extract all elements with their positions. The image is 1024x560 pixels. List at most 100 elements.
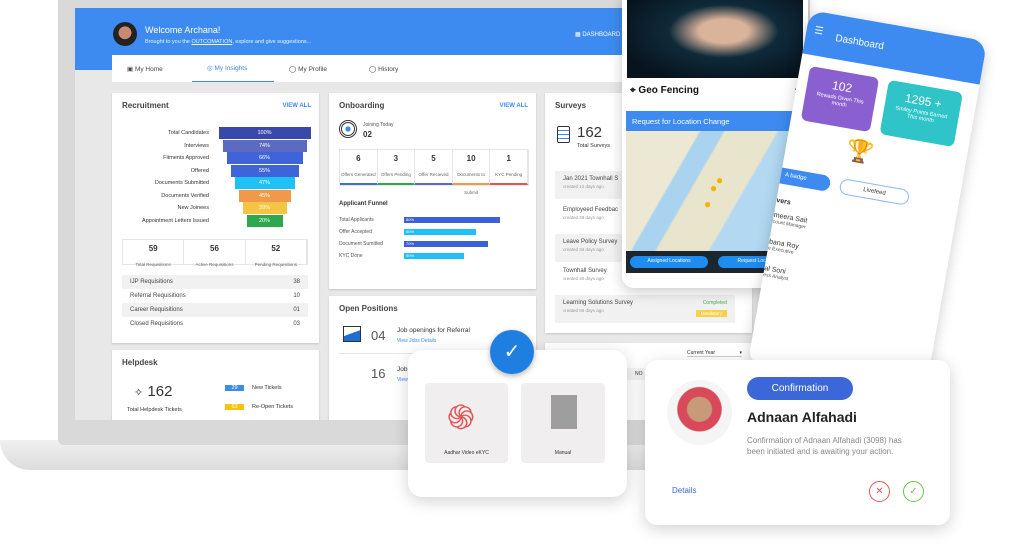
list-item[interactable]: meera Sait count Manager bbox=[772, 212, 808, 231]
funnel-segment: 39% bbox=[242, 202, 287, 214]
ticket-icon: ✧ bbox=[134, 387, 144, 399]
list-item[interactable]: Closed Requisitions 03 bbox=[122, 317, 308, 331]
livefeed-button[interactable]: Livefeed bbox=[838, 177, 911, 206]
funnel-row: Documents Submitted 47% bbox=[112, 177, 319, 190]
funnel-label: Total Candidates bbox=[168, 130, 209, 137]
assigned-locations-button[interactable]: Assigned Locations bbox=[630, 256, 708, 268]
approve-button[interactable]: ✓ bbox=[903, 481, 924, 502]
manual-option[interactable]: Manual bbox=[521, 383, 605, 463]
list-item[interactable]: Career Requisitions 01 bbox=[122, 303, 308, 317]
view-jobs-link[interactable]: View Jobs Details bbox=[397, 338, 436, 344]
target-icon bbox=[339, 120, 357, 138]
tab-my-home[interactable]: ▣ My Home bbox=[112, 65, 192, 73]
avatar bbox=[113, 22, 137, 46]
map-pin-icon[interactable]: ● bbox=[710, 181, 717, 195]
welcome-subtitle: Brought to you the OUTCOMATION, explore … bbox=[145, 39, 312, 45]
funnel-segment: 55% bbox=[230, 164, 299, 177]
stat-pending-requisitions: 52 Pending Requisitions bbox=[246, 240, 307, 267]
status-badge: Completed bbox=[702, 300, 727, 306]
stat-active-requisitions: 56 Active Requisitions bbox=[184, 240, 246, 267]
onboarding-stat[interactable]: 10 Documents to Submit bbox=[452, 150, 491, 195]
location-change-bar[interactable]: Request for Location Change bbox=[626, 111, 800, 131]
aadhar-ekyc-option[interactable]: ֍ Aadhar Video eKYC bbox=[425, 383, 508, 463]
surveys-total-label: Total Surveys bbox=[577, 143, 611, 149]
menu-icon[interactable]: ☰ bbox=[814, 25, 825, 37]
tab-my-profile[interactable]: ◯ My Profile bbox=[274, 65, 354, 73]
helpdesk-total: 162 bbox=[147, 383, 173, 400]
list-item[interactable]: al Soni ess Analyst bbox=[763, 265, 790, 282]
confirmation-message: Confirmation of Adnaan Alfahadi (3098) h… bbox=[747, 436, 902, 456]
mobile-title: Dashboard bbox=[834, 32, 885, 53]
funnel-bar: 60% bbox=[404, 229, 476, 235]
rewards-tile[interactable]: 102 Rewads Given This month bbox=[800, 65, 880, 133]
card-title: Helpdesk bbox=[122, 358, 158, 367]
stat-total-requisitions: 59 Total Requisitions bbox=[123, 240, 185, 267]
card-title: Recruitment bbox=[122, 101, 169, 110]
position-count: 16 bbox=[371, 366, 386, 381]
funnel-label: Fitments Approved bbox=[163, 155, 209, 162]
funnel-row: Total Candidates 100% bbox=[112, 127, 319, 140]
funnel-segment: 45% bbox=[238, 189, 291, 202]
survey-item[interactable]: Learning Solutions Survey created 66 days… bbox=[555, 295, 735, 323]
dashboard-link[interactable]: ▦ DASHBOARD bbox=[575, 31, 620, 38]
section-title: vers bbox=[775, 197, 792, 207]
tab-history[interactable]: ◯ History bbox=[354, 65, 434, 73]
position-label: Job bbox=[397, 366, 408, 373]
chevron-down-icon: ▾ bbox=[739, 350, 742, 356]
face-scan-image bbox=[627, 0, 803, 78]
funnel-row: Fitments Approved 66% bbox=[112, 152, 319, 165]
onboarding-stat[interactable]: 6 Offers Generated bbox=[340, 150, 378, 185]
points-tile[interactable]: 1295 + Smiley Points Earned This month bbox=[879, 79, 963, 147]
geo-title: ⌖ Geo Fencing bbox=[630, 85, 699, 96]
home-icon: ▣ bbox=[127, 65, 135, 73]
map-pin-icon[interactable]: ● bbox=[704, 197, 711, 211]
funnel-segment: 74% bbox=[222, 139, 307, 152]
onboarding-stat[interactable]: 3 Offers Pending bbox=[377, 150, 416, 185]
funnel-label: Documents Verified bbox=[161, 192, 209, 199]
tab-bar: ▣ My Home ◎ My Insights ◯ My Profile ◯ H… bbox=[112, 55, 625, 82]
funnel-segment: 66% bbox=[226, 152, 303, 164]
funnel-row: Appointment Letters Issued 20% bbox=[112, 214, 319, 228]
card-title: Onboarding bbox=[339, 101, 385, 110]
funnel-segment: 100% bbox=[218, 127, 311, 139]
year-dropdown[interactable]: Current Year ▾ bbox=[687, 350, 742, 357]
onboarding-stat[interactable]: 1 KYC Pending bbox=[490, 150, 528, 185]
funnel-label: Interviews bbox=[184, 142, 209, 149]
jobs-envelope-icon bbox=[343, 326, 361, 342]
confirmation-badge: Confirmation bbox=[747, 377, 853, 400]
funnel-bar: 80% bbox=[404, 217, 500, 223]
details-link[interactable]: Details bbox=[672, 486, 696, 495]
funnel-bar: 50% bbox=[404, 253, 464, 259]
funnel-bar: 70% bbox=[404, 241, 488, 247]
trophy-icon: 🏆 bbox=[844, 136, 876, 167]
recruitment-card: Recruitment VIEW ALL Total Candidates 100… bbox=[112, 93, 319, 343]
outcomation-link[interactable]: OUTCOMATION bbox=[191, 39, 232, 45]
view-all-link[interactable]: VIEW ALL bbox=[283, 103, 311, 109]
view-jobs-link[interactable]: View bbox=[397, 377, 408, 383]
requisition-stats: 59 Total Requisitions 56 Active Requisitio… bbox=[122, 239, 308, 267]
list-item[interactable]: Referral Requisitions 10 bbox=[122, 289, 308, 303]
reject-button[interactable]: ✕ bbox=[869, 481, 890, 502]
applicant-funnel-row: Total Applicants 80% bbox=[339, 214, 529, 226]
tab-my-insights[interactable]: ◎ My Insights bbox=[192, 56, 274, 82]
funnel-segment: 47% bbox=[234, 177, 295, 189]
applicant-funnel-row: KYC Done 50% bbox=[339, 250, 529, 262]
onboarding-stat[interactable]: 5 Offer Recieved bbox=[415, 150, 453, 185]
fingerprint-icon: ֍ bbox=[447, 399, 475, 437]
user-icon: ◯ bbox=[289, 65, 299, 73]
card-title: Surveys bbox=[555, 101, 587, 110]
funnel-label: New Joinees bbox=[177, 205, 210, 212]
list-item[interactable]: IJP Requisitions 38 bbox=[122, 275, 308, 289]
mandatory-tag: Mandatory bbox=[695, 310, 727, 317]
new-tickets[interactable]: 29 New Tickets bbox=[225, 385, 282, 391]
list-item[interactable]: bana Roy e Executive bbox=[767, 238, 799, 256]
avatar bbox=[667, 380, 732, 445]
view-all-link[interactable]: VIEW ALL bbox=[500, 103, 528, 109]
position-label: Job openings for Referral bbox=[397, 327, 470, 334]
reopen-tickets[interactable]: 63 Re-Open Tickets bbox=[225, 404, 293, 410]
position-count: 04 bbox=[371, 328, 386, 343]
welcome-title: Welcome Archana! bbox=[145, 25, 221, 35]
funnel-label: Appointment Letters Issued bbox=[142, 217, 209, 224]
funnel-row: Documents Verified 45% bbox=[112, 189, 319, 203]
applicant-funnel-row: Document Sumitted 70% bbox=[339, 238, 529, 250]
